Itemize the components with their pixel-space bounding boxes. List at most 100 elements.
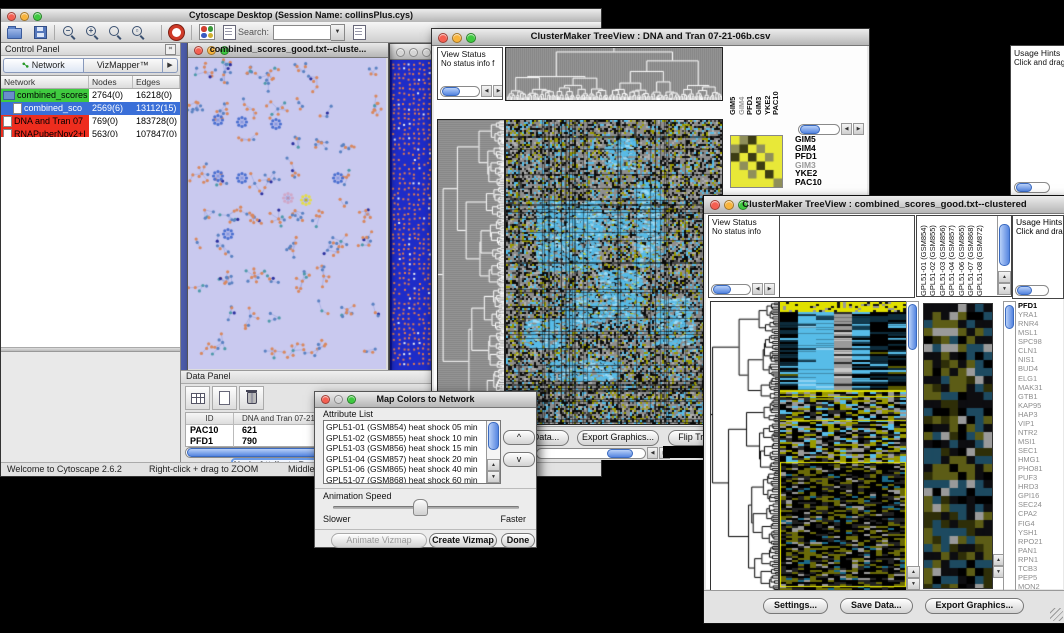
help-icon[interactable]: [169, 25, 184, 40]
speed-slider-thumb[interactable]: [413, 499, 428, 516]
bottom-scrollbar[interactable]: ◀▶: [536, 447, 670, 459]
close-button[interactable]: [396, 48, 405, 57]
tab-network[interactable]: Network: [3, 58, 84, 73]
gene-label[interactable]: BUD4: [1018, 364, 1064, 373]
float-panel-icon[interactable]: ⌗: [165, 44, 176, 55]
labels-vscrollbar[interactable]: [1003, 301, 1016, 591]
gene-label[interactable]: PUF3: [1018, 473, 1064, 482]
attribute-list-scrollbar[interactable]: ▲▼: [486, 421, 500, 483]
column-header-id[interactable]: ID: [186, 413, 234, 424]
column-label[interactable]: GPL51-03 (GSM856): [938, 218, 947, 296]
tab-vizmapper[interactable]: VizMapper™: [84, 58, 164, 73]
treeview-button[interactable]: Save Data...: [840, 598, 913, 614]
gene-label[interactable]: GPI16: [1018, 491, 1064, 500]
heatmap-global-view[interactable]: [505, 119, 723, 425]
attribute-listbox[interactable]: GPL51-01 (GSM854) heat shock 05 minGPL51…: [323, 420, 501, 484]
open-file-icon[interactable]: [7, 28, 22, 39]
gene-label[interactable]: NTR2: [1018, 428, 1064, 437]
tab-overflow-button[interactable]: ▶: [163, 58, 178, 73]
search-dropdown-icon[interactable]: ▼: [331, 24, 345, 41]
gene-label[interactable]: YSH1: [1018, 528, 1064, 537]
delete-attribute-tab[interactable]: [239, 386, 264, 410]
zoom-fit-icon[interactable]: [108, 25, 123, 40]
column-label[interactable]: GIM5: [728, 51, 737, 115]
treeview-button[interactable]: Settings...: [763, 598, 828, 614]
network-row[interactable]: combined_scores 2764(0) 16218(0): [1, 89, 180, 102]
main-titlebar[interactable]: Cytoscape Desktop (Session Name: collins…: [1, 9, 601, 23]
network-row[interactable]: combined_sco 2569(6) 13112(15): [1, 102, 180, 115]
gene-label[interactable]: HRD3: [1018, 482, 1064, 491]
gene-label[interactable]: HMG1: [1018, 455, 1064, 464]
gene-label[interactable]: YRA1: [1018, 310, 1064, 319]
network-row[interactable]: DNA and Tran 07 769(0) 183728(0): [1, 115, 180, 128]
attribute-item[interactable]: GPL51-01 (GSM854) heat shock 05 min: [326, 422, 486, 433]
done-button[interactable]: Done: [501, 533, 535, 548]
status-scrollbar[interactable]: ◀▶: [711, 283, 775, 295]
column-labels-scrollbar[interactable]: ▲▼: [997, 216, 1011, 295]
gene-label[interactable]: RNR4: [1018, 319, 1064, 328]
gene-label[interactable]: HAP3: [1018, 410, 1064, 419]
gene-label[interactable]: SEC1: [1018, 446, 1064, 455]
move-up-button[interactable]: ^: [503, 430, 535, 445]
column-label[interactable]: GPL51-07 (GSM868): [966, 218, 975, 296]
attribute-item[interactable]: GPL51-02 (GSM855) heat shock 10 min: [326, 433, 486, 444]
zoom-selected-icon[interactable]: ▫: [131, 25, 146, 40]
column-dendrogram-area[interactable]: [780, 215, 915, 298]
gene-label[interactable]: TCB3: [1018, 564, 1064, 573]
move-down-button[interactable]: v: [503, 452, 535, 467]
attribute-item[interactable]: GPL51-04 (GSM857) heat shock 20 min: [326, 454, 486, 465]
heatmap-global-view[interactable]: [779, 301, 907, 591]
column-label[interactable]: GPL51-02 (GSM855): [928, 218, 937, 296]
row-dendrogram[interactable]: [710, 301, 779, 591]
gene-label[interactable]: MSI1: [1018, 437, 1064, 446]
column-label[interactable]: GPL51-08 (GSM872): [975, 218, 984, 296]
gene-label[interactable]: RPN1: [1018, 555, 1064, 564]
create-vizmap-button[interactable]: Create Vizmap: [429, 533, 497, 548]
zoom-button[interactable]: [422, 48, 431, 57]
gene-label[interactable]: FIG4: [1018, 519, 1064, 528]
zoom-in-icon[interactable]: +: [85, 25, 100, 40]
new-attribute-tab[interactable]: [212, 386, 237, 410]
dense-network-view[interactable]: [390, 60, 435, 370]
column-label[interactable]: PFD1: [745, 51, 754, 115]
column-label[interactable]: GPL51-04 (GSM857): [947, 218, 956, 296]
gene-label[interactable]: KAP95: [1018, 401, 1064, 410]
treeview-combined-titlebar[interactable]: ClusterMaker TreeView : combined_scores_…: [704, 196, 1064, 214]
gene-label[interactable]: PHO81: [1018, 464, 1064, 473]
gene-label[interactable]: CLN1: [1018, 346, 1064, 355]
gene-label[interactable]: NIS1: [1018, 355, 1064, 364]
attribute-item[interactable]: GPL51-07 (GSM868) heat shock 60 min: [326, 475, 486, 485]
annotation-icon[interactable]: [223, 25, 236, 40]
search-input[interactable]: [273, 25, 331, 40]
gene-label[interactable]: SPC98: [1018, 337, 1064, 346]
resize-grip[interactable]: [1050, 608, 1063, 621]
vizmapper-icon[interactable]: [199, 24, 215, 40]
hints-scrollbar[interactable]: [1015, 285, 1049, 296]
gene-label[interactable]: GTB1: [1018, 392, 1064, 401]
zoom-out-icon[interactable]: −: [62, 25, 77, 40]
gene-label[interactable]: SEC24: [1018, 500, 1064, 509]
gene-label[interactable]: PEP5: [1018, 573, 1064, 582]
hints-scrollbar[interactable]: [1014, 182, 1050, 193]
row-dendrogram[interactable]: [437, 119, 505, 425]
attribute-select-tab[interactable]: [185, 386, 210, 410]
heatmap-zoom-view[interactable]: [923, 303, 993, 589]
gene-label[interactable]: MSL1: [1018, 328, 1064, 337]
attribute-item[interactable]: GPL51-03 (GSM856) heat shock 15 min: [326, 443, 486, 454]
gene-label[interactable]: PAN1: [1018, 546, 1064, 555]
save-icon[interactable]: [34, 26, 47, 39]
column-label[interactable]: GPL51-01 (GSM854): [919, 218, 928, 296]
gene-label[interactable]: ELG1: [1018, 374, 1064, 383]
column-label[interactable]: GPL51-06 (GSM865): [957, 218, 966, 296]
row-label[interactable]: PAC10: [795, 178, 822, 187]
status-scrollbar[interactable]: ◀▶: [440, 85, 503, 97]
gene-label[interactable]: CPA2: [1018, 509, 1064, 518]
minimize-button[interactable]: [409, 48, 418, 57]
animate-vizmap-button[interactable]: Animate Vizmap: [331, 533, 427, 548]
import-table-icon[interactable]: [353, 25, 366, 40]
column-dendrogram[interactable]: [505, 47, 723, 101]
network-window-1-titlebar[interactable]: combined_scores_good.txt--cluste...: [188, 43, 388, 58]
panel-splitter[interactable]: [1, 347, 180, 352]
network-window-1[interactable]: combined_scores_good.txt--cluste...: [187, 43, 389, 370]
column-label[interactable]: GIM3: [754, 51, 763, 115]
